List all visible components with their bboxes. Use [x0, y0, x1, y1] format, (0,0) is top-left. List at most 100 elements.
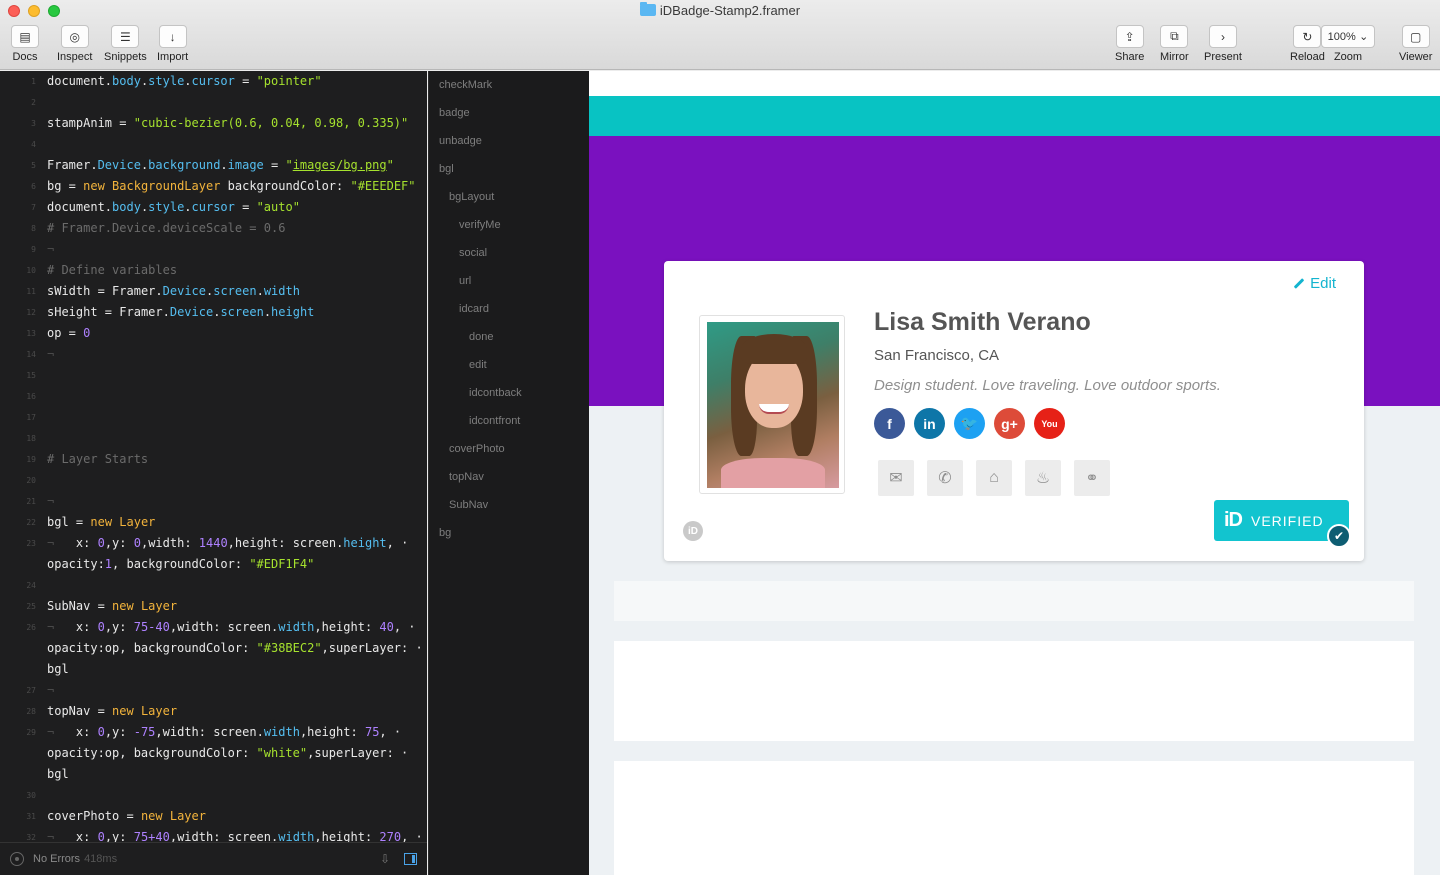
code-line[interactable]: 30	[0, 785, 427, 806]
line-number: 21	[26, 497, 36, 506]
code-line[interactable]: 12 sHeight = Framer.Device.screen.height	[0, 302, 427, 323]
code-line[interactable]: 6 bg = new BackgroundLayer backgroundColo…	[0, 176, 427, 197]
linkedin-icon[interactable]: in	[914, 408, 945, 439]
code-token: style	[148, 74, 185, 88]
layer-item-edit[interactable]: edit	[469, 351, 487, 379]
code-line[interactable]: 20	[0, 470, 427, 491]
code-token: Layer	[140, 599, 178, 613]
zoom-button[interactable]: 100% ⌄ Zoom	[1321, 25, 1375, 63]
email-icon[interactable]: ✉	[878, 460, 914, 496]
present-button[interactable]: › Present	[1204, 25, 1242, 63]
twitter-icon[interactable]: 🐦	[954, 408, 985, 439]
layer-item-bg[interactable]: bg	[439, 519, 451, 547]
code-line[interactable]: 26 ¬ x: 0,y: 75-40,width: screen.width,he…	[0, 617, 427, 638]
code-line[interactable]: 31 coverPhoto = new Layer	[0, 806, 427, 827]
present-label: Present	[1204, 51, 1242, 63]
birthday-cake-icon[interactable]: ♨	[1025, 460, 1061, 496]
verified-badge[interactable]: iD VERIFIED ✔	[1214, 500, 1351, 548]
toggle-panel-icon[interactable]	[404, 853, 417, 865]
layer-item-checkmark[interactable]: checkMark	[439, 71, 492, 99]
viewer-button[interactable]: ▢ Viewer	[1399, 25, 1432, 63]
layer-item-idcontback[interactable]: idcontback	[469, 379, 522, 407]
code-line[interactable]: bgl	[0, 764, 427, 785]
code-line[interactable]: 18	[0, 428, 427, 449]
code-line[interactable]: 28 topNav = new Layer	[0, 701, 427, 722]
code-line[interactable]: 8 # Framer.Device.deviceScale = 0.6	[0, 218, 427, 239]
snippets-button[interactable]: ☰ Snippets	[104, 25, 147, 63]
code-line[interactable]: 10 # Define variables	[0, 260, 427, 281]
inspect-button[interactable]: ◎ Inspect	[57, 25, 92, 63]
code-editor[interactable]: 1 document.body.style.cursor = "pointer" 2…	[0, 71, 427, 842]
code-text: ¬	[47, 239, 54, 260]
code-token: "	[386, 158, 394, 172]
code-line[interactable]: bgl	[0, 659, 427, 680]
code-line[interactable]: 13 op = 0	[0, 323, 427, 344]
layer-item-unbadge[interactable]: unbadge	[439, 127, 482, 155]
layer-item-idcontfront[interactable]: idcontfront	[469, 407, 520, 435]
code-line[interactable]: 17	[0, 407, 427, 428]
line-number: 27	[26, 686, 36, 695]
layer-item-social[interactable]: social	[459, 239, 487, 267]
code-line[interactable]: 11 sWidth = Framer.Device.screen.width	[0, 281, 427, 302]
layer-item-idcard[interactable]: idcard	[459, 295, 489, 323]
layer-item-badge[interactable]: badge	[439, 99, 470, 127]
link-icon[interactable]: ⚭	[1074, 460, 1110, 496]
edit-link[interactable]: Edit	[1293, 275, 1336, 292]
layer-item-subnav[interactable]: SubNav	[449, 491, 488, 519]
home-icon[interactable]: ⌂	[976, 460, 1012, 496]
code-line[interactable]: 25 SubNav = new Layer	[0, 596, 427, 617]
code-line[interactable]: 32 ¬ x: 0,y: 75+40,width: screen.width,he…	[0, 827, 427, 842]
code-token: "white"	[256, 746, 308, 760]
code-token: =	[61, 179, 84, 193]
code-line[interactable]: 14 ¬	[0, 344, 427, 365]
code-token: ,superLayer: ·	[307, 746, 409, 760]
youtube-icon[interactable]: You	[1034, 408, 1065, 439]
code-token: 40	[379, 620, 394, 634]
layer-item-bglayout[interactable]: bgLayout	[449, 183, 494, 211]
code-line[interactable]: 24	[0, 575, 427, 596]
layer-item-done[interactable]: done	[469, 323, 493, 351]
mirror-button[interactable]: ⧉ Mirror	[1160, 25, 1189, 63]
line-number: 30	[26, 791, 36, 800]
layer-item-url[interactable]: url	[459, 267, 471, 295]
code-token: Device	[162, 284, 206, 298]
code-line[interactable]: 15	[0, 365, 427, 386]
code-line[interactable]: 9 ¬	[0, 239, 427, 260]
code-line[interactable]: 5 Framer.Device.background.image = "image…	[0, 155, 427, 176]
layer-item-coverphoto[interactable]: coverPhoto	[449, 435, 505, 463]
code-line[interactable]: 4	[0, 134, 427, 155]
layer-item-bgl[interactable]: bgl	[439, 155, 454, 183]
line-number: 4	[31, 140, 36, 149]
code-token: 270	[379, 830, 402, 842]
code-line[interactable]: opacity:op, backgroundColor: "white",sup…	[0, 743, 427, 764]
reload-button[interactable]: ↻ Reload	[1290, 25, 1325, 63]
settings-gear-icon[interactable]	[10, 852, 24, 866]
facebook-icon[interactable]: f	[874, 408, 905, 439]
share-button[interactable]: ⇪ Share	[1115, 25, 1144, 63]
phone-icon[interactable]: ✆	[927, 460, 963, 496]
code-token: 75-40	[133, 620, 170, 634]
layer-item-verifyme[interactable]: verifyMe	[459, 211, 501, 239]
docs-button[interactable]: ▤ Docs	[11, 25, 39, 63]
google-plus-icon[interactable]: g+	[994, 408, 1025, 439]
code-line[interactable]: opacity:1, backgroundColor: "#EDF1F4"	[0, 554, 427, 575]
code-line[interactable]: 3 stampAnim = "cubic-bezier(0.6, 0.04, 0.…	[0, 113, 427, 134]
code-line[interactable]: 7 document.body.style.cursor = "auto"	[0, 197, 427, 218]
code-line[interactable]: 2	[0, 92, 427, 113]
code-line[interactable]: 16	[0, 386, 427, 407]
code-line[interactable]: 23 ¬ x: 0,y: 0,width: 1440,height: screen…	[0, 533, 427, 554]
code-token: screen	[227, 620, 272, 634]
pin-icon[interactable]: ⇩	[380, 852, 390, 866]
code-token: ¬	[47, 536, 76, 550]
import-button[interactable]: ↓ Import	[157, 25, 188, 63]
code-line[interactable]: 19 # Layer Starts	[0, 449, 427, 470]
code-line[interactable]: 22 bgl = new Layer	[0, 512, 427, 533]
code-line[interactable]: 29 ¬ x: 0,y: -75,width: screen.width,heig…	[0, 722, 427, 743]
code-line[interactable]: opacity:op, backgroundColor: "#38BEC2",s…	[0, 638, 427, 659]
line-number: 8	[31, 224, 36, 233]
layer-item-topnav[interactable]: topNav	[449, 463, 484, 491]
code-line[interactable]: 27 ¬	[0, 680, 427, 701]
code-line[interactable]: 1 document.body.style.cursor = "pointer"	[0, 71, 427, 92]
code-token: ,y:	[104, 620, 134, 634]
code-line[interactable]: 21 ¬	[0, 491, 427, 512]
